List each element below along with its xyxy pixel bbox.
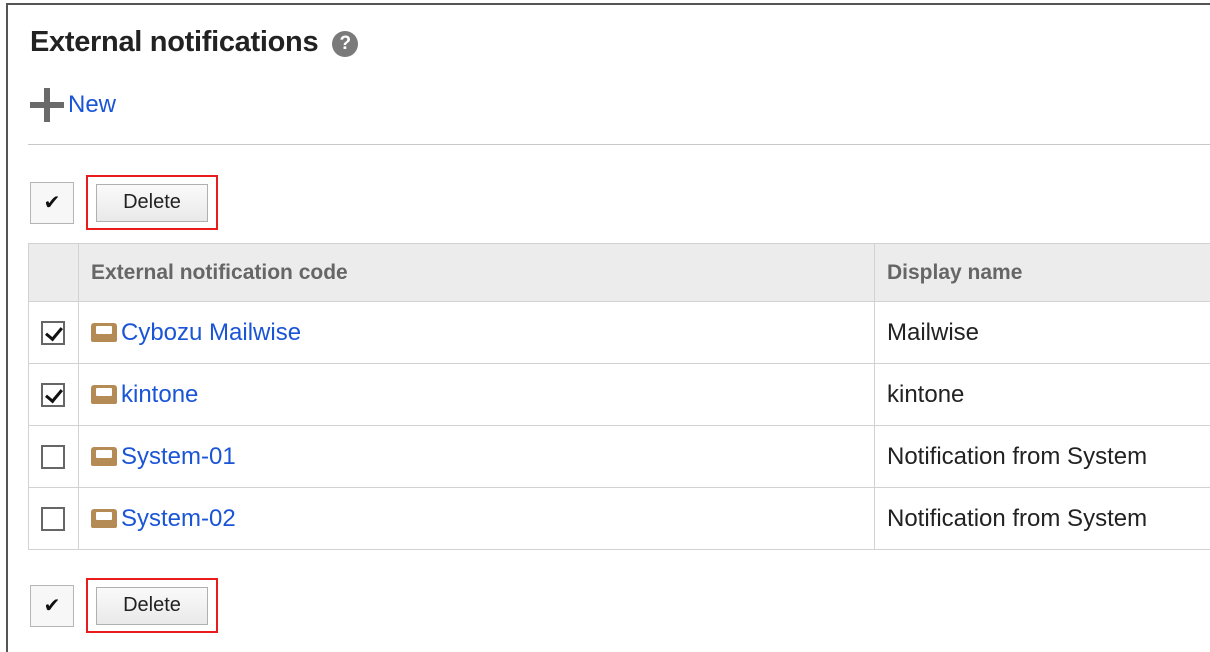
delete-highlight: Delete (86, 578, 218, 633)
code-link[interactable]: System-02 (91, 505, 873, 533)
table-row: System-02 Notification from System (28, 487, 1210, 550)
code-link[interactable]: kintone (91, 381, 873, 409)
delete-button[interactable]: Delete (96, 586, 208, 625)
delete-highlight: Delete (86, 175, 218, 230)
row-checkbox[interactable] (41, 507, 65, 532)
row-checkbox[interactable] (41, 383, 65, 408)
new-button[interactable]: New (30, 88, 116, 122)
display-name-cell: Notification from System (874, 487, 1210, 550)
top-toolbar: ✔ Delete (30, 175, 218, 230)
notifications-table: External notification code Display name … (28, 243, 1210, 550)
code-link[interactable]: Cybozu Mailwise (91, 319, 873, 347)
row-checkbox-cell (28, 301, 79, 364)
header-checkbox-cell (28, 243, 79, 302)
code-text[interactable]: System-02 (121, 505, 236, 533)
inbox-icon (91, 385, 117, 404)
table-header-row: External notification code Display name (28, 243, 1210, 302)
bottom-toolbar: ✔ Delete (30, 578, 218, 633)
plus-icon (30, 88, 64, 122)
inbox-icon (91, 509, 117, 528)
row-checkbox-cell (28, 487, 79, 550)
code-text[interactable]: kintone (121, 381, 198, 409)
header-display-name: Display name (874, 243, 1210, 302)
display-name-cell: Mailwise (874, 301, 1210, 364)
display-name-cell: Notification from System (874, 425, 1210, 488)
code-link[interactable]: System-01 (91, 443, 873, 471)
check-all-button[interactable]: ✔ (30, 181, 74, 224)
row-checkbox[interactable] (41, 445, 65, 470)
delete-button[interactable]: Delete (96, 183, 208, 222)
help-icon[interactable]: ? (332, 30, 359, 57)
code-cell: Cybozu Mailwise (78, 301, 875, 364)
table-row: kintone kintone (28, 363, 1210, 426)
divider (28, 144, 1210, 145)
table-row: System-01 Notification from System (28, 425, 1210, 488)
code-text[interactable]: Cybozu Mailwise (121, 319, 301, 347)
table-row: Cybozu Mailwise Mailwise (28, 301, 1210, 364)
display-name-cell: kintone (874, 363, 1210, 426)
page-title: External notifications (30, 26, 319, 58)
inbox-icon (91, 447, 117, 466)
check-all-button[interactable]: ✔ (30, 584, 74, 627)
title-row: External notifications ? (30, 26, 359, 59)
row-checkbox-cell (28, 425, 79, 488)
code-cell: System-01 (78, 425, 875, 488)
row-checkbox[interactable] (41, 321, 65, 346)
row-checkbox-cell (28, 363, 79, 426)
code-text[interactable]: System-01 (121, 443, 236, 471)
code-cell: System-02 (78, 487, 875, 550)
inbox-icon (91, 323, 117, 342)
header-code: External notification code (78, 243, 875, 302)
code-cell: kintone (78, 363, 875, 426)
new-label[interactable]: New (68, 91, 116, 119)
